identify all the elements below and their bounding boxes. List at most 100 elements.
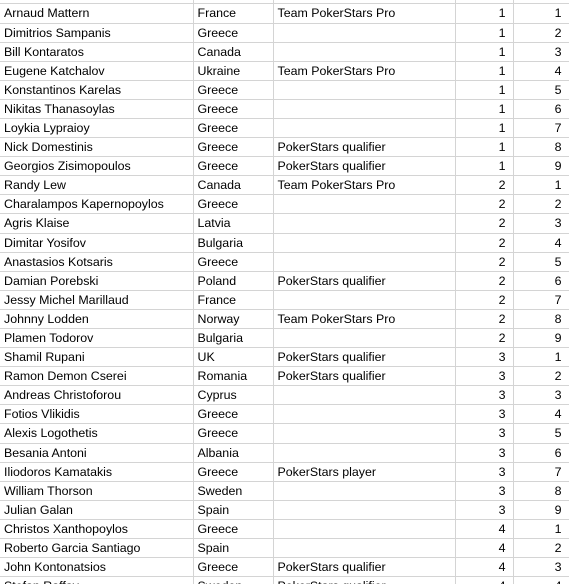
cell-day[interactable]: 3 <box>455 423 514 444</box>
cell-note[interactable] <box>273 42 456 62</box>
cell-name[interactable]: Johnny Lodden <box>0 309 194 330</box>
cell-day[interactable]: 1 <box>455 61 514 81</box>
cell-note[interactable]: Team PokerStars Pro <box>273 3 456 24</box>
cell-note[interactable] <box>273 423 456 444</box>
cell-name[interactable]: Anastasios Kotsaris <box>0 252 194 272</box>
cell-country[interactable]: Bulgaria <box>193 328 274 349</box>
cell-note[interactable]: PokerStars qualifier <box>273 156 456 177</box>
cell-name[interactable]: Konstantinos Karelas <box>0 80 194 100</box>
table-row[interactable]: Loykia Lypraioy Greece 1 7 <box>0 118 569 139</box>
cell-day[interactable]: 1 <box>455 99 514 119</box>
cell-name[interactable]: Charalampos Kapernopoylos <box>0 194 194 215</box>
cell-note[interactable]: PokerStars player <box>273 462 456 482</box>
cell-table[interactable]: 8 <box>513 481 569 501</box>
table-row[interactable]: Nick Domestinis Greece PokerStars qualifie… <box>0 137 569 158</box>
cell-day[interactable]: 3 <box>455 443 514 463</box>
cell-name[interactable]: Besania Antoni <box>0 443 194 463</box>
cell-table[interactable]: 8 <box>513 309 569 330</box>
cell-name[interactable]: Julian Galan <box>0 500 194 520</box>
cell-table[interactable]: 1 <box>513 347 569 368</box>
cell-country[interactable]: Poland <box>193 271 274 291</box>
cell-table[interactable]: 3 <box>513 42 569 62</box>
cell-table[interactable]: 1 <box>513 3 569 24</box>
table-row[interactable]: Randy Lew Canada Team PokerStars Pro 2 1 <box>0 175 569 196</box>
cell-table[interactable]: 7 <box>513 290 569 310</box>
cell-country[interactable]: Greece <box>193 252 274 272</box>
cell-note[interactable] <box>273 118 456 139</box>
cell-country[interactable]: Greece <box>193 423 274 444</box>
table-row[interactable]: Charalampos Kapernopoylos Greece 2 2 <box>0 194 569 215</box>
cell-note[interactable]: PokerStars qualifier <box>273 576 456 584</box>
cell-table[interactable]: 3 <box>513 557 569 578</box>
cell-table[interactable]: 2 <box>513 194 569 215</box>
cell-country[interactable]: Ukraine <box>193 61 274 81</box>
cell-table[interactable]: 9 <box>513 500 569 520</box>
cell-name[interactable]: Randy Lew <box>0 175 194 196</box>
cell-note[interactable] <box>273 538 456 559</box>
player-table[interactable]: Arnaud Mattern France Team PokerStars Pro 1… <box>0 0 569 584</box>
cell-name[interactable]: John Kontonatsios <box>0 557 194 578</box>
cell-table[interactable]: 1 <box>513 175 569 196</box>
cell-country[interactable]: France <box>193 290 274 310</box>
cell-country[interactable]: Romania <box>193 366 274 387</box>
cell-day[interactable]: 3 <box>455 404 514 425</box>
cell-day[interactable]: 4 <box>455 557 514 578</box>
table-row[interactable]: Nikitas Thanasoylas Greece 1 6 <box>0 99 569 119</box>
cell-table[interactable]: 8 <box>513 137 569 158</box>
table-row[interactable]: Julian Galan Spain 3 9 <box>0 500 569 520</box>
cell-country[interactable]: Greece <box>193 557 274 578</box>
cell-day[interactable]: 3 <box>455 366 514 387</box>
table-row[interactable]: Anastasios Kotsaris Greece 2 5 <box>0 252 569 272</box>
cell-table[interactable]: 6 <box>513 271 569 291</box>
cell-note[interactable] <box>273 23 456 43</box>
cell-day[interactable]: 2 <box>455 252 514 272</box>
cell-note[interactable] <box>273 213 456 234</box>
table-row[interactable]: Dimitar Yosifov Bulgaria 2 4 <box>0 233 569 253</box>
cell-day[interactable]: 1 <box>455 3 514 24</box>
cell-table[interactable]: 3 <box>513 213 569 234</box>
cell-note[interactable]: PokerStars qualifier <box>273 137 456 158</box>
cell-country[interactable]: Greece <box>193 137 274 158</box>
cell-name[interactable]: Bill Kontaratos <box>0 42 194 62</box>
cell-note[interactable] <box>273 80 456 100</box>
cell-table[interactable]: 4 <box>513 61 569 81</box>
cell-note[interactable] <box>273 404 456 425</box>
cell-name[interactable]: Alexis Logothetis <box>0 423 194 444</box>
cell-table[interactable]: 2 <box>513 23 569 43</box>
cell-note[interactable]: PokerStars qualifier <box>273 347 456 368</box>
cell-name[interactable]: Christos Xanthopoylos <box>0 519 194 540</box>
table-row[interactable]: Shamil Rupani UK PokerStars qualifier 3 1 <box>0 347 569 368</box>
cell-country[interactable]: Cyprus <box>193 385 274 406</box>
table-row[interactable]: Roberto Garcia Santiago Spain 4 2 <box>0 538 569 559</box>
cell-country[interactable]: Bulgaria <box>193 233 274 253</box>
cell-table[interactable]: 2 <box>513 538 569 559</box>
cell-name[interactable]: Shamil Rupani <box>0 347 194 368</box>
cell-day[interactable]: 2 <box>455 175 514 196</box>
cell-day[interactable]: 2 <box>455 194 514 215</box>
cell-day[interactable]: 2 <box>455 271 514 291</box>
cell-day[interactable]: 2 <box>455 213 514 234</box>
cell-table[interactable]: 7 <box>513 462 569 482</box>
table-row[interactable]: Dimitrios Sampanis Greece 1 2 <box>0 23 569 43</box>
table-row[interactable]: Christos Xanthopoylos Greece 4 1 <box>0 519 569 540</box>
cell-day[interactable]: 2 <box>455 309 514 330</box>
cell-table[interactable]: 7 <box>513 118 569 139</box>
cell-table[interactable]: 4 <box>513 404 569 425</box>
cell-country[interactable]: Latvia <box>193 213 274 234</box>
cell-note[interactable] <box>273 194 456 215</box>
cell-day[interactable]: 4 <box>455 576 514 584</box>
table-row[interactable]: Eugene Katchalov Ukraine Team PokerStars P… <box>0 61 569 81</box>
cell-country[interactable]: Greece <box>193 23 274 43</box>
cell-note[interactable] <box>273 252 456 272</box>
cell-name[interactable]: Arnaud Mattern <box>0 3 194 24</box>
cell-name[interactable]: Georgios Zisimopoulos <box>0 156 194 177</box>
table-row[interactable]: Iliodoros Kamatakis Greece PokerStars play… <box>0 462 569 482</box>
cell-country[interactable]: France <box>193 3 274 24</box>
cell-name[interactable]: Andreas Christoforou <box>0 385 194 406</box>
cell-note[interactable] <box>273 481 456 501</box>
cell-name[interactable]: Nikitas Thanasoylas <box>0 99 194 119</box>
cell-name[interactable]: William Thorson <box>0 481 194 501</box>
cell-country[interactable]: Greece <box>193 99 274 119</box>
table-row[interactable]: Damian Porebski Poland PokerStars qualifie… <box>0 271 569 291</box>
cell-day[interactable]: 3 <box>455 385 514 406</box>
